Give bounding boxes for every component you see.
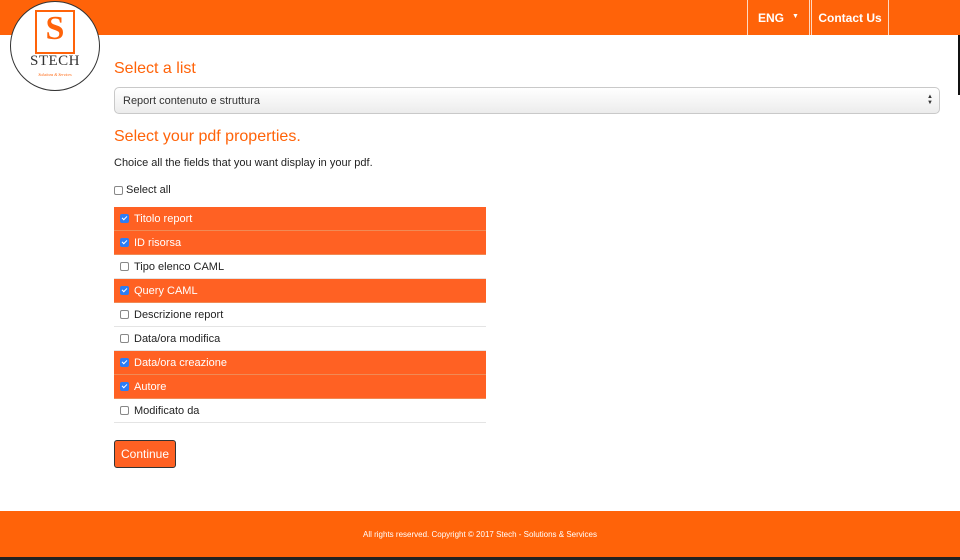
logo-tagline: Solutions & Services	[38, 72, 72, 77]
footer-copyright: All rights reserved. Copyright © 2017 St…	[363, 529, 597, 539]
logo-letter: S	[45, 10, 65, 47]
field-row[interactable]: ID risorsa	[114, 231, 486, 255]
field-label: Descrizione report	[134, 308, 224, 321]
logo-name: STECH	[29, 53, 80, 69]
field-label: Data/ora creazione	[134, 356, 227, 369]
field-label: Autore	[134, 380, 167, 393]
list-select[interactable]: Report contenuto e struttura ▲ ▼	[114, 87, 940, 114]
field-label: Tipo elenco CAML	[134, 260, 225, 273]
field-label: ID risorsa	[134, 236, 182, 249]
field-label: Query CAML	[134, 284, 198, 297]
select-list-heading: Select a list	[114, 60, 196, 77]
field-checkbox[interactable]	[120, 334, 129, 343]
field-checkbox[interactable]	[120, 214, 129, 223]
contact-us-label: Contact Us	[818, 10, 882, 25]
contact-us-link[interactable]: Contact Us	[811, 0, 889, 35]
field-row[interactable]: Titolo report	[114, 207, 486, 231]
stech-logo[interactable]: S STECH Solutions & Services	[10, 1, 100, 91]
field-label: Modificato da	[134, 404, 200, 417]
select-all-label: Select all	[126, 184, 171, 196]
field-checkbox[interactable]	[120, 310, 129, 319]
pdf-properties-heading: Select your pdf properties.	[114, 128, 301, 145]
field-checkbox[interactable]	[120, 238, 129, 247]
field-checkbox[interactable]	[120, 262, 129, 271]
footer: All rights reserved. Copyright © 2017 St…	[0, 511, 960, 557]
list-select-value: Report contenuto e struttura	[123, 94, 260, 107]
language-dropdown[interactable]: ENG ▼	[747, 0, 810, 35]
top-nav: ENG ▼ Contact Us	[747, 0, 889, 35]
language-label: ENG	[758, 10, 785, 25]
field-checkbox[interactable]	[120, 382, 129, 391]
field-row[interactable]: Autore	[114, 375, 486, 399]
chevron-down-icon: ▼	[792, 13, 799, 20]
field-row[interactable]: Modificato da	[114, 399, 486, 423]
field-checkbox[interactable]	[120, 406, 129, 415]
field-row[interactable]: Tipo elenco CAML	[114, 255, 486, 279]
select-arrows-icon: ▲ ▼	[927, 94, 933, 106]
field-row[interactable]: Data/ora modifica	[114, 327, 486, 351]
field-label: Titolo report	[134, 212, 193, 225]
field-label: Data/ora modifica	[134, 332, 221, 345]
field-row[interactable]: Query CAML	[114, 279, 486, 303]
field-checkbox[interactable]	[120, 286, 129, 295]
select-all-option[interactable]: Select all	[114, 183, 171, 197]
pdf-properties-subtitle: Choice all the fields that you want disp…	[114, 157, 373, 169]
continue-button[interactable]: Continue	[114, 440, 176, 468]
field-checkbox[interactable]	[120, 358, 129, 367]
field-row[interactable]: Data/ora creazione	[114, 351, 486, 375]
select-all-checkbox[interactable]	[114, 185, 123, 195]
pdf-field-list: Titolo report ID risorsa Tipo elenco CAM…	[114, 207, 486, 423]
logo-square: S	[35, 10, 75, 54]
top-bar: ENG ▼ Contact Us	[0, 0, 960, 35]
field-row[interactable]: Descrizione report	[114, 303, 486, 327]
